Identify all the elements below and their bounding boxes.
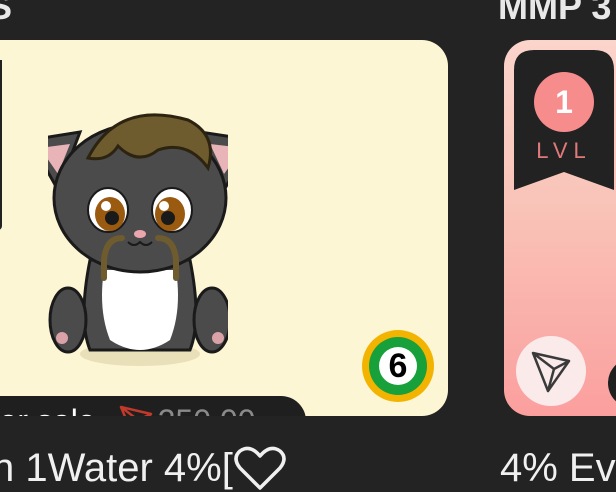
heart-outline-icon[interactable] — [234, 446, 286, 492]
sale-pill-partial[interactable] — [608, 358, 616, 408]
nft-caption: n 1Water 4%[ — [0, 446, 233, 490]
section-title-right: MMP 3 — [498, 0, 612, 27]
cat-character-image — [48, 113, 228, 366]
nft-card-partial[interactable]: 1 LVL — [504, 40, 616, 416]
rank-lvl-label: LVL — [536, 138, 592, 163]
price-value: 250.00 — [158, 403, 256, 417]
sale-status-label: For sale — [0, 403, 96, 417]
nft-card[interactable]: For sale 250.00 6 — [0, 40, 448, 416]
currency-badge — [516, 336, 586, 406]
nft-caption-right: 4% Eva — [500, 446, 616, 490]
rank-number: 1 — [534, 72, 594, 132]
level-badge: 6 — [362, 330, 434, 402]
level-badge-leaf: 6 — [369, 337, 427, 395]
nft-gallery-viewport: S MMP 3 6 n 1Water 4%[1 LVL 4% Ev — [0, 0, 616, 492]
section-title-left: S — [0, 0, 13, 27]
for-sale-pill[interactable]: For sale 250.00 — [0, 396, 306, 416]
level-number: 6 — [379, 347, 417, 385]
tron-icon — [531, 351, 571, 393]
tron-icon — [119, 405, 152, 416]
rank-banner-edge — [0, 60, 2, 230]
